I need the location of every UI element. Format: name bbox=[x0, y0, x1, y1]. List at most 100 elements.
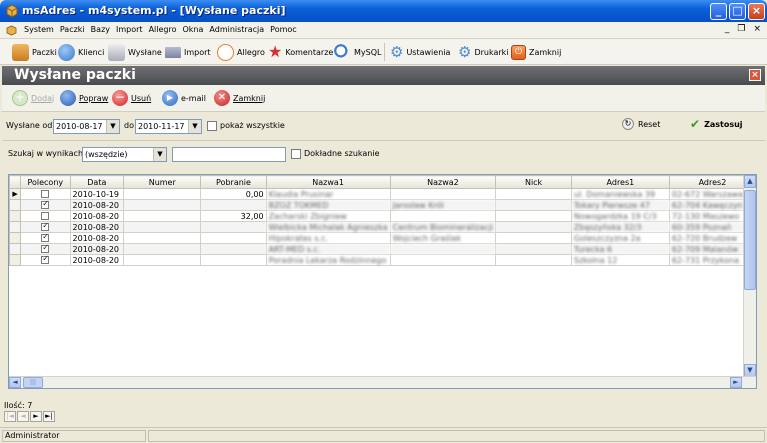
table-row[interactable]: 2010-08-20 Hipokrates s.c.Wojciech Graśla… bbox=[9, 232, 756, 244]
polecony-checkbox[interactable] bbox=[41, 234, 50, 242]
cell-polecony[interactable] bbox=[20, 243, 71, 255]
menu-paczki[interactable]: Paczki bbox=[60, 25, 85, 34]
next-page-button[interactable]: ► bbox=[30, 411, 42, 422]
add-button[interactable]: + Dodaj bbox=[12, 90, 54, 106]
date-to-picker[interactable]: 2010-11-17 ▼ bbox=[135, 119, 202, 134]
vertical-scroll-thumb[interactable] bbox=[744, 190, 756, 290]
column-header-adres1[interactable]: Adres1 bbox=[570, 175, 670, 189]
row-selector[interactable] bbox=[9, 199, 22, 211]
table-row[interactable]: 2010-08-20 32,00 Zacharski Zbigniew Nowogar… bbox=[9, 210, 756, 222]
column-header-numer[interactable]: Numer bbox=[123, 175, 202, 189]
toolbar-wyslane-button[interactable]: Wysłane bbox=[108, 43, 162, 61]
polecony-checkbox[interactable] bbox=[41, 212, 50, 220]
menu-okna[interactable]: Okna bbox=[183, 25, 204, 34]
table-row[interactable]: 2010-08-20ART-MED s.c.Turecka 662-709 Ma… bbox=[9, 243, 756, 255]
scroll-right-button[interactable]: ► bbox=[730, 377, 742, 388]
scroll-up-button[interactable]: ▲ bbox=[744, 175, 756, 188]
prev-page-button[interactable]: ◄ bbox=[17, 411, 29, 422]
mdi-close-button[interactable]: × bbox=[753, 24, 761, 34]
toolbar-drukarki-button[interactable]: ⚙ Drukarki bbox=[458, 43, 509, 61]
first-page-button[interactable]: |◄ bbox=[4, 411, 16, 422]
close-button[interactable]: × bbox=[748, 3, 765, 20]
empty-cell bbox=[390, 354, 496, 365]
empty-cell bbox=[124, 310, 201, 321]
minimize-button[interactable]: _ bbox=[710, 3, 727, 20]
cell-adres1: Turecka 6 bbox=[570, 243, 670, 255]
chevron-down-icon[interactable]: ▼ bbox=[153, 148, 166, 161]
column-header-nick[interactable]: Nick bbox=[495, 175, 572, 189]
cell-adres1: Nowogardzka 19 C/3 bbox=[570, 210, 670, 222]
table-row[interactable]: 2010-08-20 Wielbicka Michalak AgnieszkaCe… bbox=[9, 221, 756, 233]
horizontal-scrollbar[interactable]: ◄ ||| ► bbox=[9, 376, 756, 388]
row-selector[interactable] bbox=[9, 243, 22, 255]
cell-polecony[interactable] bbox=[20, 199, 71, 211]
menu-system[interactable]: System bbox=[24, 25, 54, 34]
apply-button[interactable]: ✔ Zastosuj bbox=[690, 118, 743, 130]
polecony-checkbox[interactable] bbox=[41, 223, 50, 231]
maximize-button[interactable]: □ bbox=[729, 3, 746, 20]
menu-bazy[interactable]: Bazy bbox=[91, 25, 110, 34]
toolbar-ustawienia-button[interactable]: ⚙ Ustawienia bbox=[390, 43, 450, 61]
close-form-button[interactable]: ✕ Zamknij bbox=[214, 90, 265, 106]
row-selector[interactable] bbox=[9, 254, 22, 266]
app-icon bbox=[6, 4, 18, 18]
toolbar-klienci-button[interactable]: Klienci bbox=[58, 43, 104, 61]
cell-polecony[interactable] bbox=[20, 232, 71, 244]
shipments-grid[interactable]: Polecony Data Numer Pobranie Nazwa1 Nazw… bbox=[8, 174, 757, 389]
empty-row bbox=[10, 310, 756, 321]
row-selector[interactable]: ▶ bbox=[9, 188, 22, 200]
edit-button[interactable]: Popraw bbox=[60, 90, 108, 106]
mdi-restore-button[interactable]: ❐ bbox=[737, 24, 745, 34]
toolbar-mysql-button[interactable]: MySQL bbox=[334, 43, 381, 61]
exact-search-checkbox[interactable] bbox=[291, 149, 301, 159]
cell-polecony[interactable] bbox=[20, 221, 71, 233]
date-from-picker[interactable]: 2010-08-17 ▼ bbox=[53, 119, 120, 134]
column-header-nazwa2[interactable]: Nazwa2 bbox=[389, 175, 497, 189]
cell-nazwa2 bbox=[389, 188, 497, 200]
polecony-checkbox[interactable] bbox=[41, 201, 50, 209]
reset-button[interactable]: ↻ Reset bbox=[622, 118, 660, 130]
email-button[interactable]: ▶ e-mail bbox=[162, 90, 206, 106]
scroll-left-button[interactable]: ◄ bbox=[9, 377, 21, 388]
mdi-minimize-button[interactable]: _ bbox=[725, 24, 730, 34]
delete-button[interactable]: − Usuń bbox=[112, 90, 151, 106]
menu-allegro[interactable]: Allegro bbox=[149, 25, 177, 34]
column-header-pobranie[interactable]: Pobranie bbox=[200, 175, 267, 189]
show-all-checkbox[interactable] bbox=[207, 121, 217, 131]
cell-polecony[interactable] bbox=[20, 210, 71, 222]
cell-nazwa2 bbox=[389, 210, 497, 222]
toolbar-zamknij-button[interactable]: ⏻ Zamknij bbox=[511, 43, 561, 61]
window-title-bar[interactable]: msAdres - m4system.pl - [Wysłane paczki]… bbox=[0, 0, 767, 22]
menu-pomoc[interactable]: Pomoc bbox=[270, 25, 297, 34]
chevron-down-icon[interactable]: ▼ bbox=[106, 120, 119, 133]
polecony-checkbox[interactable] bbox=[41, 190, 50, 198]
toolbar-allegro-button[interactable]: Allegro bbox=[217, 43, 265, 61]
cell-polecony[interactable] bbox=[20, 188, 71, 200]
toolbar-komentarze-button[interactable]: ★ Komentarze bbox=[268, 43, 333, 61]
vertical-scrollbar[interactable]: ▲ ▼ bbox=[743, 175, 756, 378]
table-row[interactable]: 2010-08-20 BZOZ TOKMEDJarosław Król Tokary… bbox=[9, 199, 756, 211]
form-close-button[interactable]: × bbox=[749, 69, 761, 81]
table-row[interactable]: 2010-08-20 Poradnia Lekarza Rodzinnego Szk… bbox=[9, 254, 756, 266]
polecony-checkbox[interactable] bbox=[41, 256, 50, 264]
column-header-nazwa1[interactable]: Nazwa1 bbox=[265, 175, 391, 189]
row-selector[interactable] bbox=[9, 221, 22, 233]
row-selector[interactable] bbox=[9, 232, 22, 244]
minus-icon: − bbox=[112, 90, 128, 106]
search-scope-select[interactable]: (wszędzie) ▼ bbox=[82, 147, 167, 162]
column-header-polecony[interactable]: Polecony bbox=[20, 175, 71, 189]
horizontal-scroll-thumb[interactable]: ||| bbox=[23, 377, 43, 388]
menu-import[interactable]: Import bbox=[116, 25, 143, 34]
cell-polecony[interactable] bbox=[20, 254, 71, 266]
column-header-data[interactable]: Data bbox=[69, 175, 125, 189]
app-menu-icon[interactable] bbox=[6, 25, 17, 36]
toolbar-import-button[interactable]: Import bbox=[165, 43, 211, 61]
chevron-down-icon[interactable]: ▼ bbox=[188, 120, 201, 133]
table-row[interactable]: ▶ 2010-10-19 0,00 Klaudia Prusinar ul. Doman… bbox=[9, 188, 756, 200]
last-page-button[interactable]: ►| bbox=[43, 411, 55, 422]
search-input[interactable] bbox=[172, 147, 286, 162]
toolbar-paczki-button[interactable]: Paczki bbox=[12, 43, 57, 61]
menu-administracja[interactable]: Administracja bbox=[209, 25, 264, 34]
row-selector[interactable] bbox=[9, 210, 22, 222]
polecony-checkbox[interactable] bbox=[41, 245, 50, 253]
